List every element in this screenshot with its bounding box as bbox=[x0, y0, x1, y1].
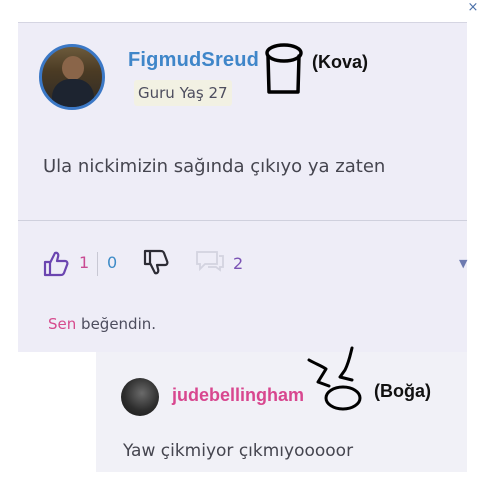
chevron-down-icon[interactable]: ▼ bbox=[459, 257, 467, 270]
post-username[interactable]: FigmudSreud bbox=[128, 49, 259, 72]
avatar-head-shape bbox=[62, 56, 84, 80]
thumbs-down-icon[interactable] bbox=[142, 248, 170, 276]
user-rank-badge: Guru Yaş 27 bbox=[134, 80, 232, 106]
reply-username[interactable]: judebellingham bbox=[172, 385, 304, 406]
speech-bubble-icon[interactable] bbox=[195, 250, 225, 272]
avatar-body-shape bbox=[52, 79, 94, 107]
card-border bbox=[18, 22, 467, 23]
liked-by-you[interactable]: Sen bbox=[48, 315, 76, 333]
liked-by-line: Sen beğendin. bbox=[48, 315, 156, 333]
thumbs-up-icon[interactable] bbox=[42, 250, 70, 278]
rank-label: Guru bbox=[138, 84, 175, 102]
like-count: 1 bbox=[79, 253, 90, 272]
aquarius-label: (Kova) bbox=[312, 52, 369, 72]
comment-count: 2 bbox=[233, 254, 244, 273]
age-label: Yaş 27 bbox=[179, 84, 228, 102]
dislike-count: 0 bbox=[107, 253, 118, 272]
liked-suffix: beğendin. bbox=[81, 315, 157, 333]
count-separator bbox=[97, 252, 98, 276]
user-avatar[interactable] bbox=[39, 44, 105, 110]
reply-avatar[interactable] bbox=[121, 378, 159, 416]
post-message: Ula nickimizin sağında çıkıyo ya zaten bbox=[43, 156, 386, 177]
reply-card: judebellingham Yaw çikmiyor çıkmıyooooor bbox=[96, 352, 467, 472]
reply-message: Yaw çikmiyor çıkmıyooooor bbox=[123, 441, 354, 461]
close-icon[interactable]: × bbox=[467, 1, 479, 14]
divider bbox=[18, 220, 467, 221]
taurus-label: (Boğa) bbox=[374, 381, 431, 401]
post-card: FigmudSreud Guru Yaş 27 Ula nickimizin s… bbox=[18, 22, 467, 352]
